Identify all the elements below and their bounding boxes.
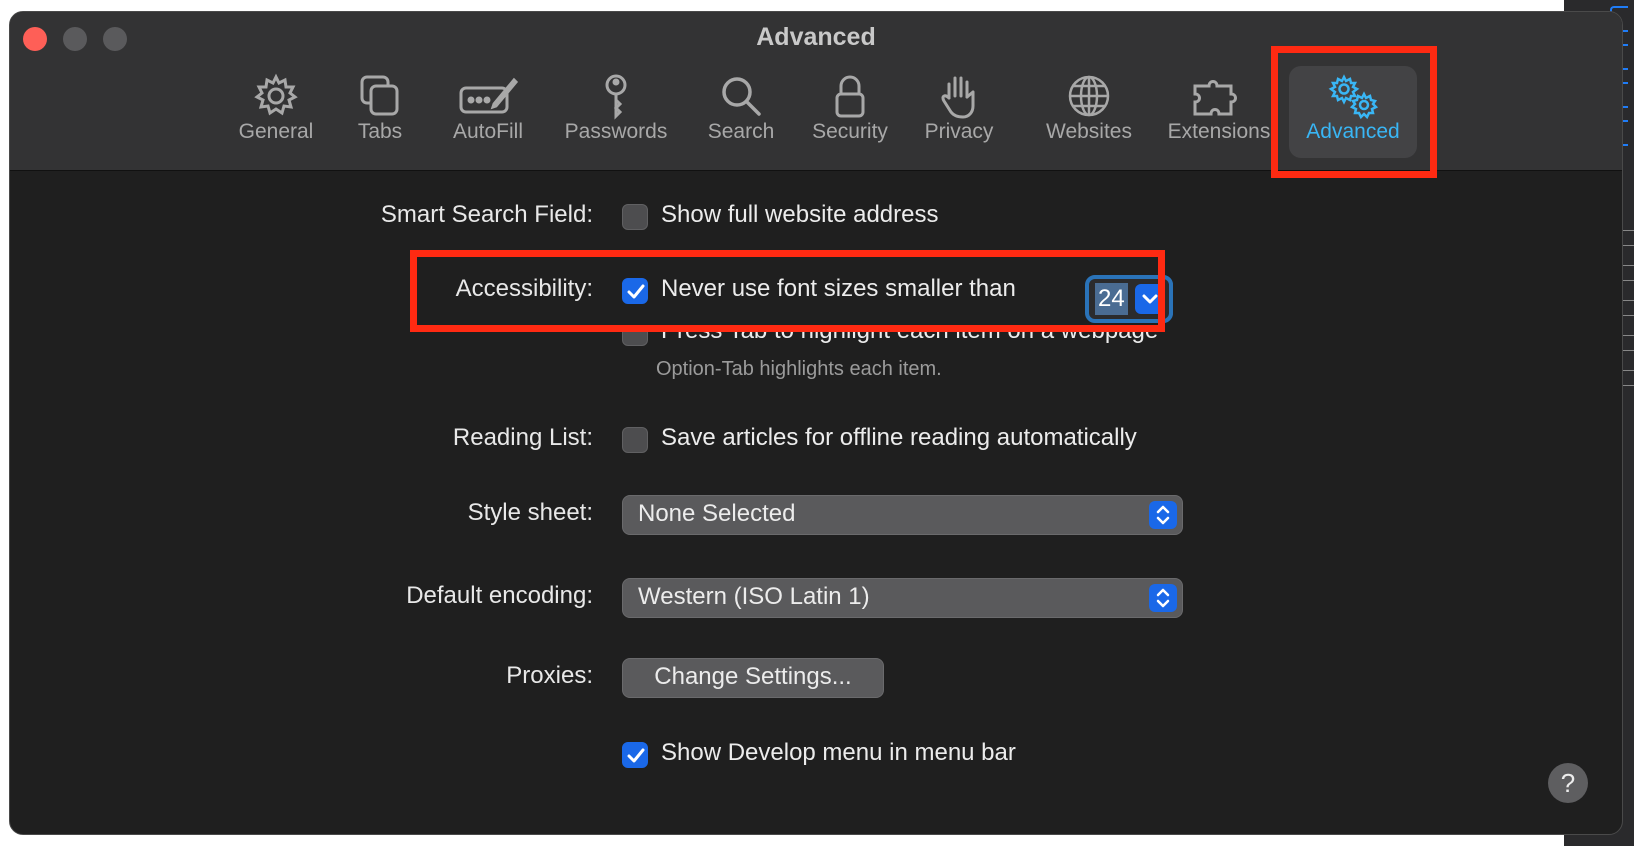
offline-reading-checkbox[interactable] xyxy=(622,427,648,453)
tabs-icon xyxy=(360,75,399,116)
gear-icon xyxy=(254,73,298,116)
up-down-chevron-icon xyxy=(1156,505,1170,525)
tab-extensions[interactable]: Extensions xyxy=(1160,62,1278,164)
style-sheet-value: None Selected xyxy=(638,500,796,527)
globe-icon xyxy=(1068,75,1110,117)
tab-general[interactable]: General xyxy=(220,62,332,164)
lock-icon xyxy=(835,75,865,118)
tab-passwords[interactable]: Passwords xyxy=(546,62,686,164)
tab-autofill[interactable]: AutoFill xyxy=(438,62,538,164)
tab-tabs[interactable]: Tabs xyxy=(340,62,420,164)
tab-search[interactable]: Search xyxy=(696,62,786,164)
default-encoding-value: Western (ISO Latin 1) xyxy=(638,583,870,610)
show-full-address-checkbox[interactable] xyxy=(622,204,648,230)
help-button[interactable]: ? xyxy=(1548,763,1588,803)
up-down-chevron-icon xyxy=(1156,588,1170,608)
tab-passwords-label: Passwords xyxy=(564,120,668,143)
tab-security-label: Security xyxy=(812,120,888,143)
autofill-pencil-icon xyxy=(459,77,518,114)
default-encoding-stepper[interactable] xyxy=(1149,584,1177,612)
style-sheet-stepper[interactable] xyxy=(1149,501,1177,529)
tab-autofill-label: AutoFill xyxy=(452,120,524,143)
show-full-address-text: Show full website address xyxy=(661,201,939,228)
tab-highlight-note: Option-Tab highlights each item. xyxy=(656,358,942,380)
develop-menu-checkbox[interactable] xyxy=(622,742,648,768)
change-settings-button[interactable]: Change Settings... xyxy=(622,658,884,698)
tab-websites-label: Websites xyxy=(1046,120,1132,143)
smart-search-label: Smart Search Field: xyxy=(380,201,593,228)
proxies-label: Proxies: xyxy=(506,662,593,689)
tab-search-label: Search xyxy=(707,120,775,143)
tab-extensions-label: Extensions xyxy=(1167,120,1271,143)
tab-general-label: General xyxy=(238,120,314,143)
accessibility-highlight-border xyxy=(410,250,1165,332)
tab-privacy-label: Privacy xyxy=(924,120,994,143)
tab-security[interactable]: Security xyxy=(800,62,900,164)
puzzle-icon xyxy=(1193,80,1237,116)
default-encoding-popup[interactable]: Western (ISO Latin 1) xyxy=(622,578,1183,618)
offline-reading-text: Save articles for offline reading automa… xyxy=(661,424,1137,451)
develop-menu-text: Show Develop menu in menu bar xyxy=(661,739,1016,766)
style-sheet-popup[interactable]: None Selected xyxy=(622,495,1183,535)
advanced-tab-highlight-box xyxy=(1271,46,1437,178)
checkmark-icon xyxy=(627,748,645,763)
hand-icon xyxy=(941,76,975,119)
style-sheet-label: Style sheet: xyxy=(467,499,593,526)
magnifier-icon xyxy=(722,77,761,116)
default-encoding-label: Default encoding: xyxy=(406,582,593,609)
key-icon xyxy=(605,74,627,120)
tab-tabs-label: Tabs xyxy=(357,120,403,143)
tab-privacy[interactable]: Privacy xyxy=(914,62,1004,164)
tab-websites[interactable]: Websites xyxy=(1034,62,1144,164)
reading-list-label: Reading List: xyxy=(452,424,593,451)
